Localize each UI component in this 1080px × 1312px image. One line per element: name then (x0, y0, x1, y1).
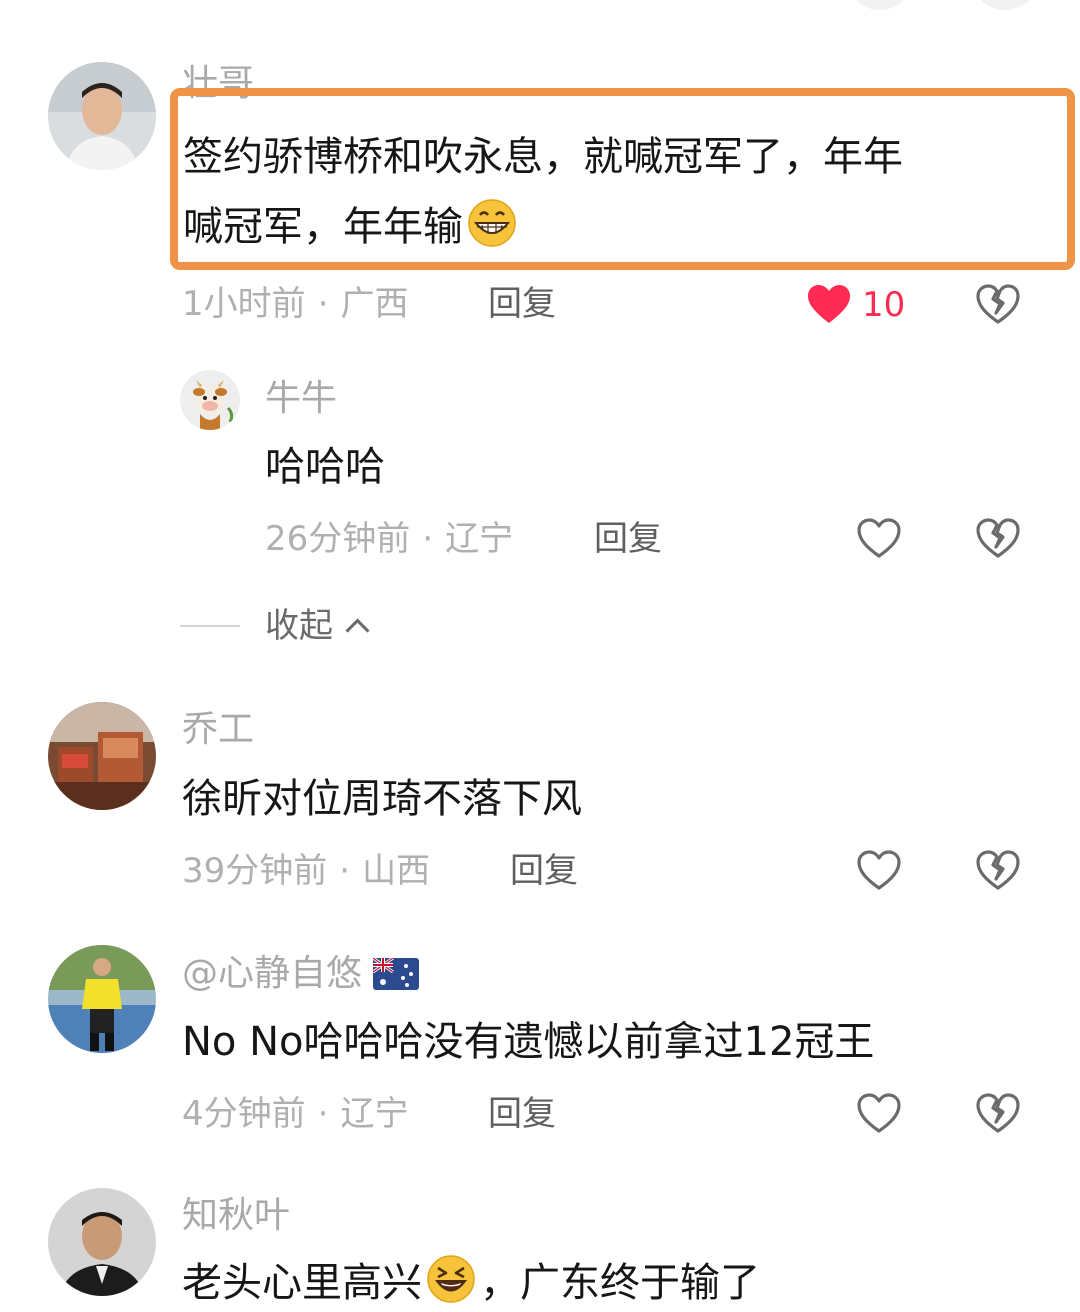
meta-separator: · (317, 284, 329, 324)
comment-location: 广西 (340, 284, 409, 324)
comment-location: 辽宁 (340, 1094, 409, 1134)
grinning-face-emoji-icon (467, 198, 517, 248)
australia-flag-icon (373, 958, 420, 990)
meta-separator: · (317, 1094, 329, 1134)
comment-text: 喊冠军，年年输 (183, 204, 463, 250)
like-heart-filled-icon[interactable] (806, 283, 852, 325)
like-heart-outline-icon[interactable] (856, 517, 902, 559)
reply-avatar[interactable] (180, 370, 240, 430)
dislike-broken-heart-icon[interactable] (975, 849, 1021, 891)
avatar[interactable] (48, 62, 156, 170)
reply-button[interactable]: 回复 (594, 517, 662, 561)
reply-button[interactable]: 回复 (488, 1092, 556, 1136)
comment-time: 39分钟前 (182, 851, 328, 891)
reply-username[interactable]: 牛牛 (265, 377, 337, 421)
comment-text-row: 老头心里高兴 ，广东终于输了 (182, 1254, 760, 1312)
text-fade-overlay (900, 1010, 1030, 1080)
avatar[interactable] (48, 1188, 156, 1296)
collapse-label: 收起 (265, 606, 333, 646)
collapse-divider (180, 625, 240, 627)
avatar-cartoon-cow (180, 370, 240, 430)
meta-separator: · (339, 851, 351, 891)
comment-text-line-2: 喊冠军，年年输 (183, 198, 517, 256)
reply-button[interactable]: 回复 (488, 282, 556, 326)
avatar-photo-man-suit (48, 1188, 156, 1296)
comment-text: 老头心里高兴 (182, 1260, 422, 1306)
avatar[interactable] (48, 702, 156, 810)
comment-text-line-1: 签约骄博桥和吹永息，就喊冠军了，年年 (183, 134, 903, 180)
avatar[interactable] (48, 945, 156, 1053)
comment-time: 4分钟前 (182, 1094, 306, 1134)
reply-time: 26分钟前 (265, 519, 411, 559)
avatar-photo-person-yellow (48, 945, 156, 1053)
comment-text: 徐昕对位周琦不落下风 (182, 776, 582, 822)
reply-button[interactable]: 回复 (510, 849, 578, 893)
dislike-broken-heart-icon[interactable] (975, 1092, 1021, 1134)
dislike-broken-heart-icon[interactable] (975, 283, 1021, 325)
comment-meta: 1小时前 · 广西 (182, 282, 408, 326)
comment-username[interactable]: 知秋叶 (182, 1194, 290, 1238)
comment-username[interactable]: 乔工 (182, 708, 254, 752)
comment-time: 1小时前 (182, 284, 306, 324)
collapse-replies-button[interactable]: 收起 (265, 604, 370, 648)
top-action-button-1[interactable] (850, 0, 910, 10)
dislike-broken-heart-icon[interactable] (975, 517, 1021, 559)
chevron-up-icon (345, 618, 370, 643)
comment-text: No No哈哈哈没有遗憾以前拿过12冠王 (182, 1019, 875, 1065)
avatar-photo-furniture (48, 702, 156, 810)
comment-meta: 39分钟前 · 山西 (182, 849, 430, 893)
comment-username[interactable]: @心静自悠 (182, 953, 362, 994)
like-heart-outline-icon[interactable] (856, 1092, 902, 1134)
reply-text: 哈哈哈 (265, 444, 385, 490)
top-action-button-2[interactable] (975, 0, 1035, 10)
like-heart-outline-icon[interactable] (856, 849, 902, 891)
meta-separator: · (422, 519, 434, 559)
laughing-face-emoji-icon (426, 1254, 476, 1304)
comment-meta: 4分钟前 · 辽宁 (182, 1092, 408, 1136)
reply-location: 辽宁 (445, 519, 514, 559)
comment-username-row: @心静自悠 (182, 952, 420, 996)
reply-meta: 26分钟前 · 辽宁 (265, 517, 513, 561)
comment-location: 山西 (362, 851, 431, 891)
like-count: 10 (862, 285, 906, 325)
avatar-photo-man (48, 62, 156, 170)
comment-text: ，广东终于输了 (480, 1260, 760, 1306)
